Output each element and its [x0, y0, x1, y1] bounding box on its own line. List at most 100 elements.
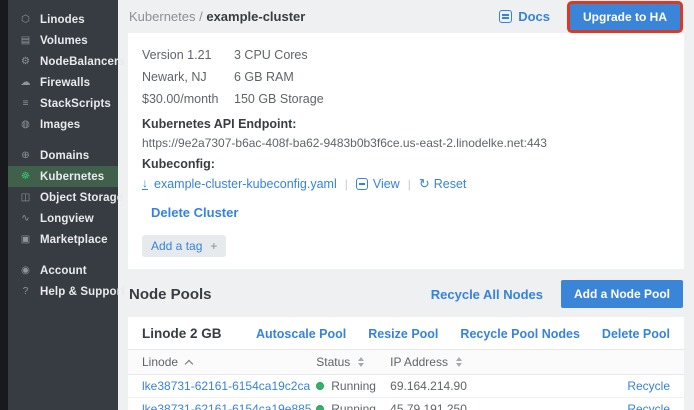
node-pools-title: Node Pools — [129, 286, 212, 303]
sidebar-item-stackscripts[interactable]: ≡ StackScripts — [8, 93, 118, 114]
marketplace-icon: ▣ — [19, 235, 32, 245]
app-window: ⬡ Linodes ▤ Volumes ⚙ NodeBalancers ☁ Fi… — [0, 0, 694, 410]
sidebar-item-account[interactable]: ◉ Account — [8, 260, 118, 281]
table-row: lke38731-62161-6154ca19c2ca Running 69.1… — [128, 375, 684, 398]
sort-toggle-icon — [358, 357, 364, 367]
breadcrumb-separator: / — [196, 9, 207, 24]
sidebar-item-help-support[interactable]: ? Help & Support — [8, 281, 118, 302]
docs-link[interactable]: Docs — [499, 9, 550, 24]
recycle-node-link[interactable]: Recycle — [627, 402, 670, 410]
breadcrumb-current: example-cluster — [206, 9, 305, 24]
sidebar-item-label: Object Storage — [40, 192, 123, 204]
docs-icon — [499, 10, 512, 23]
delete-pool-link[interactable]: Delete Pool — [602, 327, 670, 341]
pool-name: Linode 2 GB — [142, 326, 222, 341]
window-edge — [0, 0, 8, 410]
kubernetes-icon: ☸ — [19, 172, 32, 182]
column-header-linode[interactable]: Linode — [142, 355, 316, 369]
sidebar-group-divider — [8, 135, 118, 145]
sidebar: ⬡ Linodes ▤ Volumes ⚙ NodeBalancers ☁ Fi… — [8, 0, 118, 410]
sidebar-item-label: Domains — [40, 150, 89, 162]
reset-icon: ↻ — [419, 178, 430, 190]
sidebar-item-label: NodeBalancers — [40, 56, 125, 68]
kubeconfig-reset-link[interactable]: ↻ Reset — [419, 177, 467, 191]
cluster-region: Newark, NJ — [142, 70, 234, 84]
domains-icon: ⊕ — [19, 151, 32, 161]
pool-header: Linode 2 GB Autoscale Pool Resize Pool R… — [128, 317, 684, 349]
recycle-all-nodes-link[interactable]: Recycle All Nodes — [431, 287, 543, 302]
upgrade-to-ha-button[interactable]: Upgrade to HA — [570, 4, 680, 30]
column-label: IP Address — [390, 355, 448, 369]
main-area: Kubernetes / example-cluster Docs Upgrad… — [118, 0, 694, 410]
node-link[interactable]: lke38731-62161-6154ca19e885 — [142, 402, 316, 410]
stackscripts-icon: ≡ — [19, 99, 32, 109]
linodes-icon: ⬡ — [19, 15, 32, 25]
add-node-pool-button[interactable]: Add a Node Pool — [561, 280, 683, 308]
sidebar-item-nodebalancers[interactable]: ⚙ NodeBalancers — [8, 51, 118, 72]
view-icon — [356, 178, 368, 190]
add-tag-button[interactable]: Add a tag + — [142, 235, 226, 257]
column-header-ip-address[interactable]: IP Address — [390, 355, 527, 369]
sidebar-item-label: Volumes — [40, 35, 88, 47]
sidebar-item-label: Account — [40, 265, 87, 277]
docs-label: Docs — [518, 9, 550, 24]
sidebar-item-object-storage[interactable]: ◫ Object Storage — [8, 187, 118, 208]
sidebar-item-label: Marketplace — [40, 234, 108, 246]
kubeconfig-label: Kubeconfig: — [142, 157, 670, 171]
breadcrumb-section[interactable]: Kubernetes — [129, 9, 196, 24]
sidebar-item-longview[interactable]: ∿ Longview — [8, 208, 118, 229]
row-actions: Recycle — [527, 379, 670, 393]
cluster-price: $30.00/month — [142, 92, 234, 106]
status-running-icon — [316, 382, 324, 390]
api-endpoint-url: https://9e2a7307-b6ac-408f-ba62-9483b0b3… — [142, 136, 670, 150]
sidebar-item-label: Images — [40, 119, 80, 131]
cluster-version: Version 1.21 — [142, 48, 234, 62]
delete-cluster-button[interactable]: Delete Cluster — [151, 205, 238, 220]
table-row: lke38731-62161-6154ca19e885 Running 45.7… — [128, 398, 684, 410]
reset-label: Reset — [434, 177, 467, 191]
node-pools-section-header: Node Pools Recycle All Nodes Add a Node … — [129, 280, 683, 308]
summary-row: Newark, NJ 6 GB RAM — [142, 66, 670, 88]
status-label: Running — [331, 402, 376, 410]
sidebar-item-linodes[interactable]: ⬡ Linodes — [8, 9, 118, 30]
kubeconfig-view-link[interactable]: View — [356, 177, 400, 191]
sidebar-item-marketplace[interactable]: ▣ Marketplace — [8, 229, 118, 250]
cluster-summary-card: Version 1.21 3 CPU Cores Newark, NJ 6 GB… — [128, 33, 684, 269]
sidebar-item-label: Linodes — [40, 14, 85, 26]
autoscale-pool-link[interactable]: Autoscale Pool — [256, 327, 346, 341]
sidebar-item-label: Kubernetes — [40, 171, 104, 183]
row-actions: Recycle — [527, 402, 670, 410]
sidebar-item-domains[interactable]: ⊕ Domains — [8, 145, 118, 166]
recycle-node-link[interactable]: Recycle — [627, 379, 670, 393]
node-ip: 69.164.214.90 — [390, 379, 527, 393]
kubeconfig-filename: example-cluster-kubeconfig.yaml — [154, 177, 337, 191]
sidebar-item-images[interactable]: ◍ Images — [8, 114, 118, 135]
api-endpoint-label: Kubernetes API Endpoint: — [142, 117, 670, 131]
sidebar-item-firewalls[interactable]: ☁ Firewalls — [8, 72, 118, 93]
cluster-cpu: 3 CPU Cores — [234, 48, 308, 62]
kubeconfig-download-link[interactable]: ↓ example-cluster-kubeconfig.yaml — [142, 177, 337, 191]
pool-table-header: Linode Status IP Address — [128, 349, 684, 375]
object-storage-icon: ◫ — [19, 193, 32, 203]
recycle-pool-nodes-link[interactable]: Recycle Pool Nodes — [460, 327, 580, 341]
firewalls-icon: ☁ — [19, 78, 32, 88]
sidebar-item-volumes[interactable]: ▤ Volumes — [8, 30, 118, 51]
cluster-storage: 150 GB Storage — [234, 92, 324, 106]
node-pool-card: Linode 2 GB Autoscale Pool Resize Pool R… — [128, 317, 684, 410]
node-status: Running — [316, 402, 390, 410]
help-icon: ? — [19, 287, 32, 297]
node-link[interactable]: lke38731-62161-6154ca19c2ca — [142, 379, 316, 393]
pool-actions: Autoscale Pool Resize Pool Recycle Pool … — [234, 327, 670, 341]
delete-cluster-row: Delete Cluster — [151, 204, 670, 222]
summary-row: $30.00/month 150 GB Storage — [142, 88, 670, 110]
page-header: Kubernetes / example-cluster Docs Upgrad… — [118, 0, 694, 33]
add-tag-label: Add a tag — [151, 239, 202, 253]
sidebar-item-kubernetes[interactable]: ☸ Kubernetes — [8, 166, 118, 187]
node-status: Running — [316, 379, 390, 393]
separator: | — [408, 177, 411, 191]
sidebar-item-label: Longview — [40, 213, 94, 225]
images-icon: ◍ — [19, 120, 32, 130]
node-ip: 45.79.191.250 — [390, 402, 527, 410]
column-header-status[interactable]: Status — [316, 355, 390, 369]
resize-pool-link[interactable]: Resize Pool — [368, 327, 438, 341]
